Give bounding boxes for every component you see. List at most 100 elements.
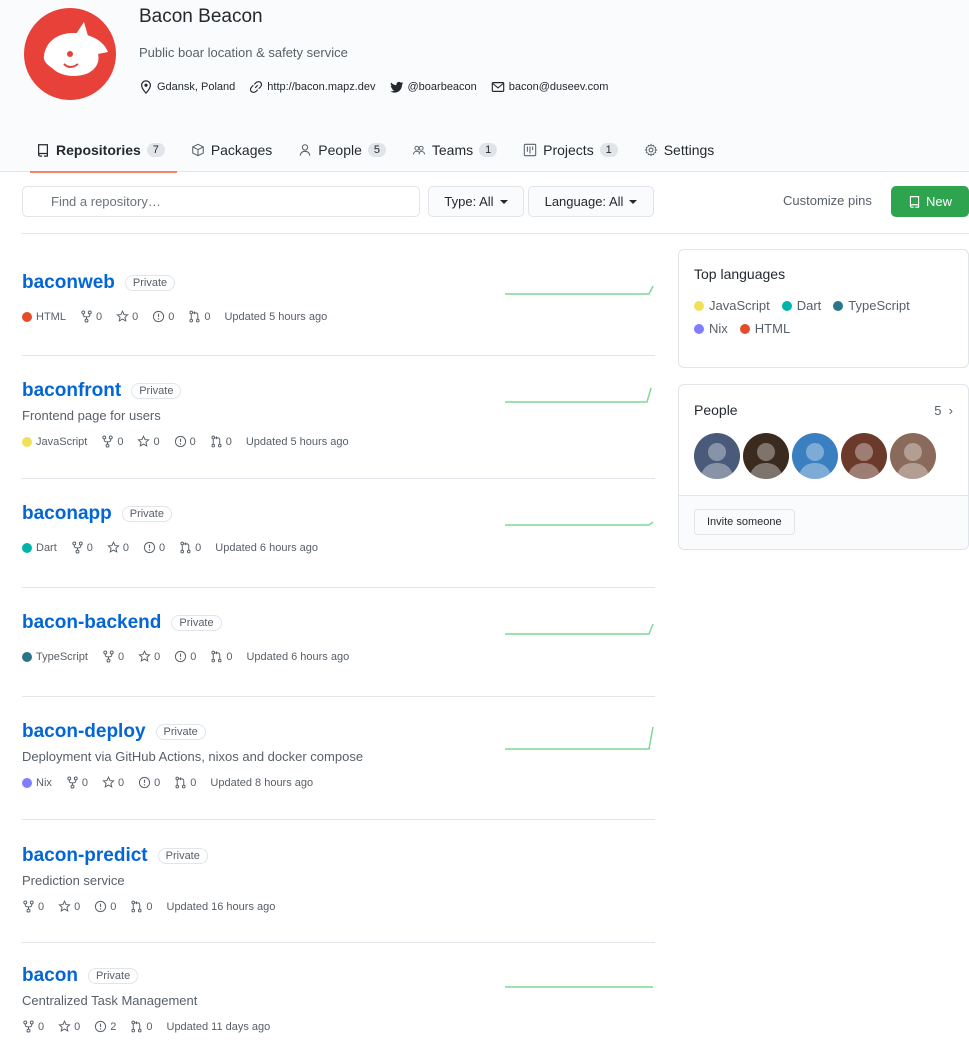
pr-count-value: 0 <box>190 776 197 789</box>
repo-name-link[interactable]: baconfront <box>22 380 121 402</box>
tab-settings[interactable]: Settings <box>630 128 727 172</box>
invite-someone-button[interactable]: Invite someone <box>694 509 795 535</box>
people-count[interactable]: 5 › <box>934 403 953 418</box>
repo-name-link[interactable]: bacon <box>22 965 78 987</box>
org-twitter-text[interactable]: @boarbeacon <box>408 81 477 93</box>
fork-count-value: 0 <box>38 900 45 913</box>
issue-count[interactable]: 0 <box>152 310 174 323</box>
repo-separator <box>22 819 655 820</box>
issue-icon <box>143 541 156 554</box>
new-repo-button[interactable]: New <box>891 186 969 217</box>
issue-count[interactable]: 0 <box>138 776 160 789</box>
repo-name-link[interactable]: bacon-backend <box>22 612 161 634</box>
member-avatar[interactable] <box>890 433 936 479</box>
star-count[interactable]: 0 <box>137 435 160 448</box>
tab-packages[interactable]: Packages <box>177 128 284 172</box>
member-avatar[interactable] <box>694 433 740 479</box>
fork-count[interactable]: 0 <box>22 1020 44 1033</box>
org-email-text[interactable]: bacon@duseev.com <box>509 81 609 93</box>
pr-count[interactable]: 0 <box>179 541 201 554</box>
type-filter-button[interactable]: Type: All <box>428 186 524 217</box>
top-language-item: Nix <box>694 321 728 336</box>
org-email[interactable]: bacon@duseev.com <box>491 80 609 94</box>
pr-count[interactable]: 0 <box>130 900 153 913</box>
org-name: Bacon Beacon <box>139 6 263 27</box>
language-filter-button[interactable]: Language: All <box>528 186 654 217</box>
star-count[interactable]: 0 <box>58 900 80 913</box>
repo-name-link[interactable]: baconweb <box>22 272 115 294</box>
updated-time: Updated 16 hours ago <box>166 900 276 913</box>
issue-count[interactable]: 0 <box>143 541 165 554</box>
fork-count-value: 0 <box>86 541 93 554</box>
fork-count[interactable]: 0 <box>80 310 102 323</box>
customize-pins-link[interactable]: Customize pins <box>783 193 872 208</box>
tab-repositories[interactable]: Repositories 7 <box>22 128 177 173</box>
pr-count[interactable]: 0 <box>210 650 232 663</box>
fork-count[interactable]: 0 <box>66 776 88 789</box>
pr-count[interactable]: 0 <box>174 776 196 789</box>
repo-meta: 0 0 0 0 Updated 16 hours ago <box>22 900 655 913</box>
issue-count[interactable]: 0 <box>174 435 196 448</box>
member-avatar[interactable] <box>743 433 789 479</box>
repo-name-link[interactable]: bacon-deploy <box>22 721 146 743</box>
pr-count[interactable]: 0 <box>188 310 210 323</box>
issue-count-value: 0 <box>110 900 117 913</box>
fork-count-value: 0 <box>117 435 124 448</box>
tab-people[interactable]: People 5 <box>284 128 398 172</box>
filter-divider <box>22 233 969 234</box>
star-count[interactable]: 0 <box>102 776 124 789</box>
repo-name-link[interactable]: bacon-predict <box>22 845 148 867</box>
top-languages-list: JavaScript Dart TypeScript Nix HTML <box>694 298 953 336</box>
star-count[interactable]: 0 <box>116 310 138 323</box>
repo-language: Dart <box>22 542 57 554</box>
fork-count[interactable]: 0 <box>22 900 44 913</box>
issue-count-value: 0 <box>159 541 166 554</box>
org-website-text[interactable]: http://bacon.mapz.dev <box>267 81 375 93</box>
fork-count[interactable]: 0 <box>71 541 93 554</box>
fork-count[interactable]: 0 <box>101 435 123 448</box>
private-badge: Private <box>87 968 139 984</box>
pr-count-value: 0 <box>195 541 202 554</box>
star-count-value: 0 <box>132 310 139 323</box>
star-icon <box>138 650 151 662</box>
pr-count[interactable]: 0 <box>130 1020 153 1033</box>
twitter-icon <box>389 81 403 93</box>
language-color-dot <box>22 777 32 788</box>
repo-title-row: bacon-predict Private <box>22 845 655 867</box>
pull-request-icon <box>131 900 142 913</box>
issue-icon <box>174 435 186 448</box>
person-silhouette-icon <box>700 443 734 479</box>
star-count[interactable]: 0 <box>58 1020 80 1033</box>
org-website[interactable]: http://bacon.mapz.dev <box>249 80 376 94</box>
tab-projects[interactable]: Projects 1 <box>509 128 630 172</box>
issue-count[interactable]: 0 <box>174 650 196 663</box>
org-twitter[interactable]: @boarbeacon <box>389 80 477 94</box>
caret-down-icon <box>499 199 508 204</box>
star-count[interactable]: 0 <box>107 541 129 554</box>
tab-teams[interactable]: Teams 1 <box>398 128 509 172</box>
fork-count[interactable]: 0 <box>102 650 124 663</box>
member-avatar[interactable] <box>792 433 838 479</box>
mail-icon <box>491 82 505 92</box>
repo-icon <box>909 196 920 208</box>
org-avatar[interactable] <box>24 8 116 100</box>
repo-search-input[interactable] <box>22 186 420 217</box>
people-header[interactable]: People 5 › <box>694 402 953 418</box>
caret-down-icon <box>629 199 638 204</box>
fork-icon <box>23 900 34 913</box>
member-avatar[interactable] <box>841 433 887 479</box>
issue-count-value: 0 <box>190 650 197 663</box>
issue-count[interactable]: 2 <box>94 1020 116 1033</box>
org-meta: Gdansk, Poland http://bacon.mapz.dev @bo… <box>139 80 608 94</box>
issue-count[interactable]: 0 <box>94 900 116 913</box>
pr-count[interactable]: 0 <box>210 435 232 448</box>
sparkline-path <box>505 726 654 750</box>
top-language-name: Nix <box>709 321 728 336</box>
org-tabs: Repositories 7 Packages People 5 Teams 1… <box>0 128 969 173</box>
fork-icon <box>23 1020 34 1033</box>
issue-icon <box>175 650 187 663</box>
repo-item: bacon Private Centralized Task Management 0… <box>22 965 655 1033</box>
star-count[interactable]: 0 <box>138 650 160 663</box>
fork-count-value: 0 <box>117 650 125 663</box>
repo-name-link[interactable]: baconapp <box>22 503 112 525</box>
